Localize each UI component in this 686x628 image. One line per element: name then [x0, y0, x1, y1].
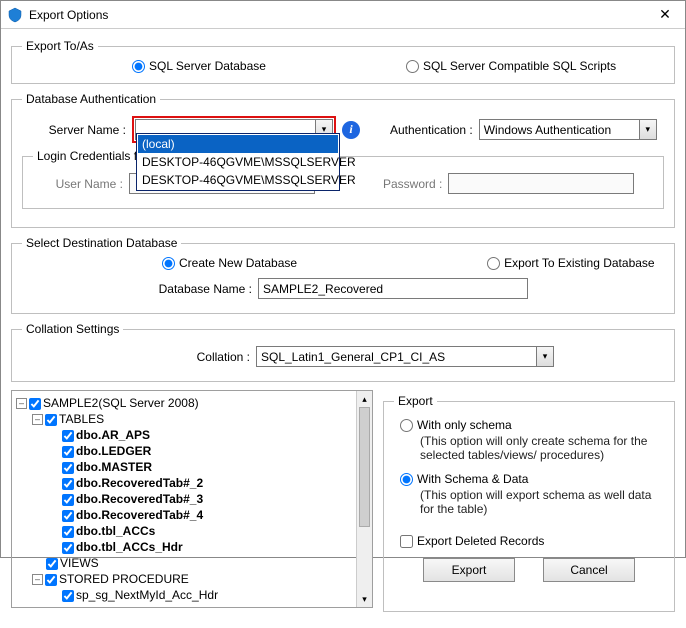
tree-checkbox[interactable] — [62, 446, 74, 458]
close-icon[interactable]: ✕ — [651, 3, 679, 27]
server-name-label: Server Name : — [22, 123, 126, 137]
radio-export-existing-db-input[interactable] — [487, 257, 500, 270]
tree-root[interactable]: –SAMPLE2(SQL Server 2008) –TABLES dbo.AR… — [16, 395, 370, 603]
export-to-as-legend: Export To/As — [22, 39, 98, 53]
titlebar: Export Options ✕ — [1, 1, 685, 29]
app-icon — [7, 7, 23, 23]
tree-item[interactable]: dbo.tbl_ACCs_Hdr — [48, 539, 370, 555]
tree-checkbox[interactable] — [62, 430, 74, 442]
tree-item[interactable]: dbo.AR_APS — [48, 427, 370, 443]
export-to-as-group: Export To/As SQL Server Database SQL Ser… — [11, 39, 675, 84]
tree-stored-procedure[interactable]: –STORED PROCEDURE sp_sg_NextMyId_Acc_Hdr — [32, 571, 370, 603]
collapse-icon[interactable]: – — [32, 574, 43, 585]
collation-label: Collation : — [162, 350, 250, 364]
with-schema-data-desc: (This option will export schema as well … — [400, 488, 658, 516]
chevron-down-icon[interactable]: ▾ — [639, 120, 656, 139]
dropdown-option-desktop1[interactable]: DESKTOP-46QGVME\MSSQLSERVER — [138, 153, 338, 171]
check-export-deleted-label: Export Deleted Records — [417, 534, 544, 548]
tree-checkbox[interactable] — [45, 574, 57, 586]
tree-checkbox[interactable] — [46, 558, 58, 570]
export-legend: Export — [394, 394, 437, 408]
tree-scrollbar[interactable]: ▴ ▾ — [356, 391, 372, 607]
select-destination-group: Select Destination Database Create New D… — [11, 236, 675, 314]
radio-sql-scripts[interactable]: SQL Server Compatible SQL Scripts — [406, 59, 616, 73]
collation-settings-group: Collation Settings Collation : SQL_Latin… — [11, 322, 675, 382]
window-title: Export Options — [29, 8, 651, 22]
radio-create-new-db-label: Create New Database — [179, 256, 297, 270]
radio-sql-scripts-label: SQL Server Compatible SQL Scripts — [423, 59, 616, 73]
scroll-up-icon[interactable]: ▴ — [357, 391, 372, 407]
radio-sql-server-database[interactable]: SQL Server Database — [132, 59, 266, 73]
dropdown-option-desktop2[interactable]: DESKTOP-46QGVME\MSSQLSERVER — [138, 171, 338, 189]
check-export-deleted[interactable]: Export Deleted Records — [400, 534, 658, 548]
chevron-down-icon[interactable]: ▾ — [536, 347, 553, 366]
radio-with-schema-data-label: With Schema & Data — [417, 472, 528, 486]
object-tree[interactable]: –SAMPLE2(SQL Server 2008) –TABLES dbo.AR… — [11, 390, 373, 608]
tree-item[interactable]: sp_sg_NextMyId_Acc_Hdr — [48, 587, 370, 603]
tree-checkbox[interactable] — [45, 414, 57, 426]
tree-item[interactable]: dbo.RecoveredTab#_4 — [48, 507, 370, 523]
tree-item[interactable]: dbo.tbl_ACCs — [48, 523, 370, 539]
radio-with-only-schema[interactable]: With only schema — [400, 418, 658, 432]
collation-settings-legend: Collation Settings — [22, 322, 123, 336]
collation-value: SQL_Latin1_General_CP1_CI_AS — [257, 350, 536, 364]
tree-item[interactable]: dbo.RecoveredTab#_3 — [48, 491, 370, 507]
tree-checkbox[interactable] — [62, 542, 74, 554]
database-authentication-legend: Database Authentication — [22, 92, 160, 106]
tree-item[interactable]: dbo.MASTER — [48, 459, 370, 475]
tree-checkbox[interactable] — [62, 478, 74, 490]
authentication-combo[interactable]: Windows Authentication ▾ — [479, 119, 657, 140]
password-input[interactable] — [448, 173, 634, 194]
select-destination-legend: Select Destination Database — [22, 236, 181, 250]
tree-checkbox[interactable] — [62, 510, 74, 522]
tree-checkbox[interactable] — [62, 494, 74, 506]
password-label: Password : — [383, 177, 442, 191]
authentication-label: Authentication : — [390, 123, 473, 137]
radio-sql-server-database-input[interactable] — [132, 60, 145, 73]
radio-sql-server-database-label: SQL Server Database — [149, 59, 266, 73]
tree-checkbox[interactable] — [62, 462, 74, 474]
export-button[interactable]: Export — [423, 558, 515, 582]
cancel-button[interactable]: Cancel — [543, 558, 635, 582]
tree-checkbox[interactable] — [62, 526, 74, 538]
radio-create-new-db-input[interactable] — [162, 257, 175, 270]
collation-combo[interactable]: SQL_Latin1_General_CP1_CI_AS ▾ — [256, 346, 554, 367]
tree-item[interactable]: dbo.RecoveredTab#_2 — [48, 475, 370, 491]
check-export-deleted-input[interactable] — [400, 535, 413, 548]
export-group: Export With only schema (This option wil… — [383, 394, 675, 612]
with-only-schema-desc: (This option will only create schema for… — [400, 434, 658, 462]
tree-tables[interactable]: –TABLES dbo.AR_APS dbo.LEDGER dbo.MASTER… — [32, 411, 370, 555]
scroll-down-icon[interactable]: ▾ — [357, 591, 372, 607]
radio-with-schema-data[interactable]: With Schema & Data — [400, 472, 658, 486]
radio-export-existing-db-label: Export To Existing Database — [504, 256, 655, 270]
tree-views[interactable]: VIEWS — [32, 555, 370, 571]
tree-checkbox[interactable] — [62, 590, 74, 602]
scroll-thumb[interactable] — [359, 407, 370, 527]
dropdown-option-local[interactable]: (local) — [138, 135, 338, 153]
authentication-value: Windows Authentication — [480, 123, 639, 137]
radio-sql-scripts-input[interactable] — [406, 60, 419, 73]
collapse-icon[interactable]: – — [16, 398, 27, 409]
user-name-label: User Name : — [33, 177, 123, 191]
radio-create-new-db[interactable]: Create New Database — [162, 256, 297, 270]
tree-checkbox[interactable] — [29, 398, 41, 410]
collapse-icon[interactable]: – — [32, 414, 43, 425]
radio-export-existing-db[interactable]: Export To Existing Database — [487, 256, 655, 270]
database-name-label: Database Name : — [122, 282, 252, 296]
radio-with-only-schema-label: With only schema — [417, 418, 512, 432]
scroll-track[interactable] — [357, 407, 372, 591]
radio-with-schema-data-input[interactable] — [400, 473, 413, 486]
server-name-dropdown[interactable]: (local) DESKTOP-46QGVME\MSSQLSERVER DESK… — [136, 133, 340, 191]
database-authentication-group: Database Authentication Server Name : ▾ … — [11, 92, 675, 228]
radio-with-only-schema-input[interactable] — [400, 419, 413, 432]
tree-item[interactable]: dbo.LEDGER — [48, 443, 370, 459]
database-name-input[interactable] — [258, 278, 528, 299]
info-icon[interactable]: i — [342, 121, 360, 139]
